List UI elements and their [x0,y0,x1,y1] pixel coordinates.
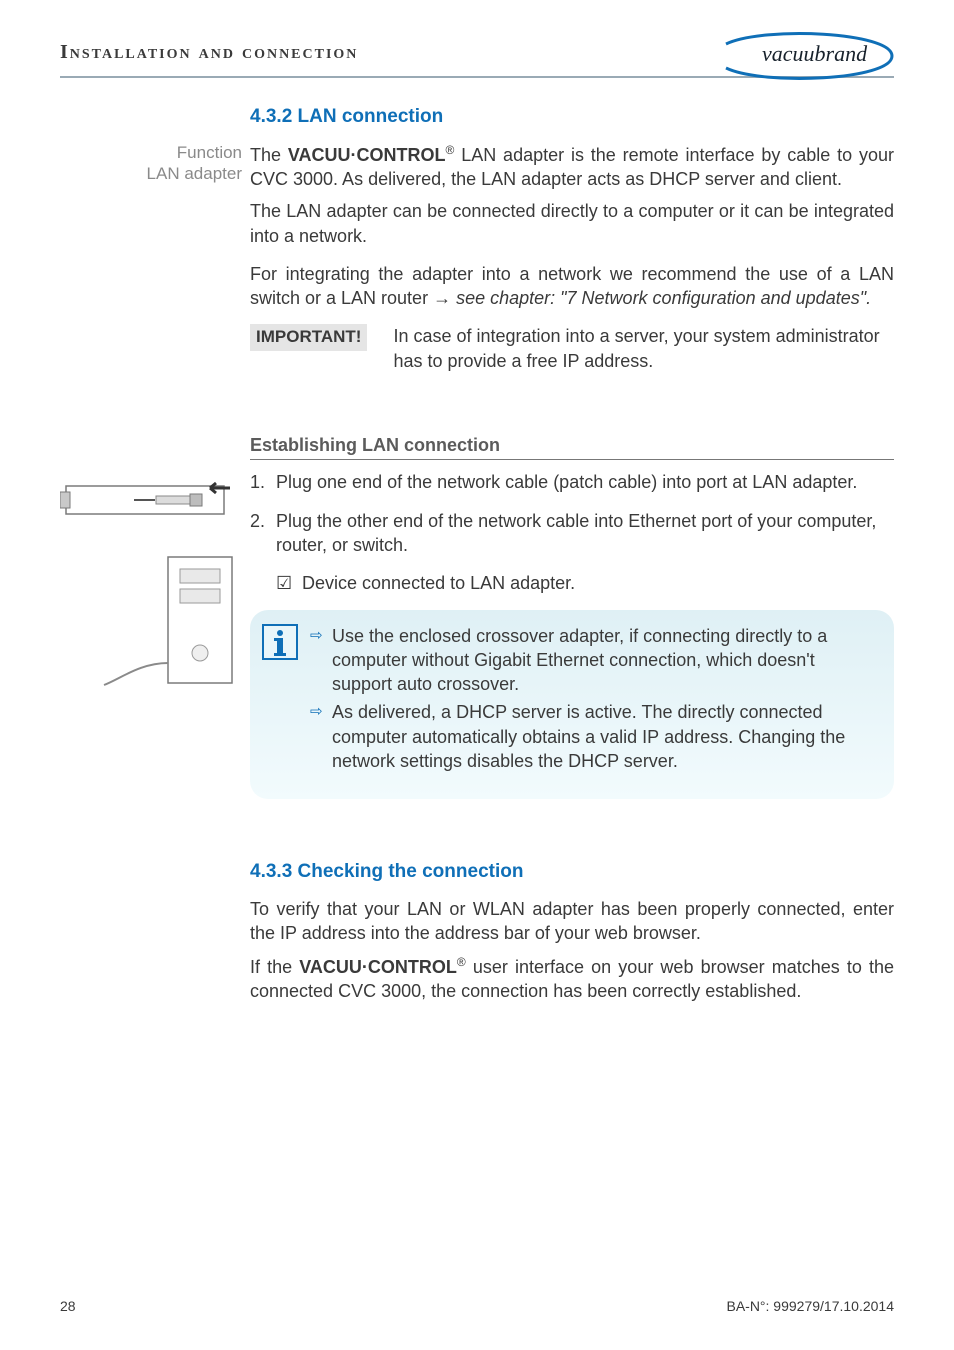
body-paragraph: The VACUU·CONTROL® LAN adapter is the re… [250,142,894,192]
info-icon [262,624,298,666]
product-name: VACUU·CONTROL [299,957,457,977]
margin-note-function: Function LAN adapter [60,142,250,185]
chapter-title: Installation and connection [60,39,358,66]
text-run: As delivered, a DHCP server is active. T… [332,702,845,771]
checkbox-icon: ☑ [276,571,292,595]
info-list-item: ⇨ As delivered, a DHCP server is active.… [310,700,876,773]
text-run: The [250,145,288,165]
text-run: Use the enclosed crossover adapter, if c… [332,626,827,695]
page-footer: 28 BA-N°: 999279/17.10.2014 [60,1297,894,1316]
info-callout: ⇨ Use the enclosed crossover adapter, if… [250,610,894,800]
section-heading-lan-connection: 4.3.2 LAN connection [250,104,894,130]
body-paragraph: To verify that your LAN or WLAN adapter … [250,897,894,946]
margin-note-line: Function [177,143,242,162]
body-paragraph: The LAN adapter can be connected directl… [250,199,894,248]
page-header: Installation and connection vacuubrand [60,30,894,78]
brand-logo-text: vacuubrand [762,41,868,66]
page-number: 28 [60,1297,76,1316]
important-label: IMPORTANT! [250,324,367,351]
important-callout: IMPORTANT! In case of integration into a… [250,324,894,373]
text-run: If the [250,957,299,977]
product-name: VACUU·CONTROL [288,145,446,165]
cross-reference: see chapter: "7 Network configuration an… [451,288,871,308]
info-list-item: ⇨ Use the enclosed crossover adapter, if… [310,624,876,697]
subheading-establishing-lan: Establishing LAN connection [250,433,894,460]
registered-mark: ® [457,955,466,969]
step-result: ☑ Device connected to LAN adapter. [276,571,894,595]
computer-illustration [60,551,250,697]
section-heading-checking-connection: 4.3.3 Checking the connection [250,859,894,885]
body-paragraph: If the VACUU·CONTROL® user interface on … [250,954,894,1004]
document-reference: BA-N°: 999279/17.10.2014 [726,1297,894,1316]
text-run: Plug the other end of the network cable … [276,511,876,555]
body-paragraph: For integrating the adapter into a netwo… [250,262,894,311]
arrow-glyph: → [433,288,451,308]
margin-note-line: LAN adapter [147,164,242,183]
brand-logo: vacuubrand [724,30,894,74]
text-run: Device connected to LAN adapter. [302,573,575,593]
important-text: In case of integration into a server, yo… [393,324,894,373]
arrow-right-icon: ⇨ [310,702,323,722]
step-2: Plug the other end of the network cable … [250,509,894,596]
lan-adapter-illustration [60,478,250,544]
arrow-right-icon: ⇨ [310,626,323,646]
step-1: Plug one end of the network cable (patch… [250,470,894,494]
